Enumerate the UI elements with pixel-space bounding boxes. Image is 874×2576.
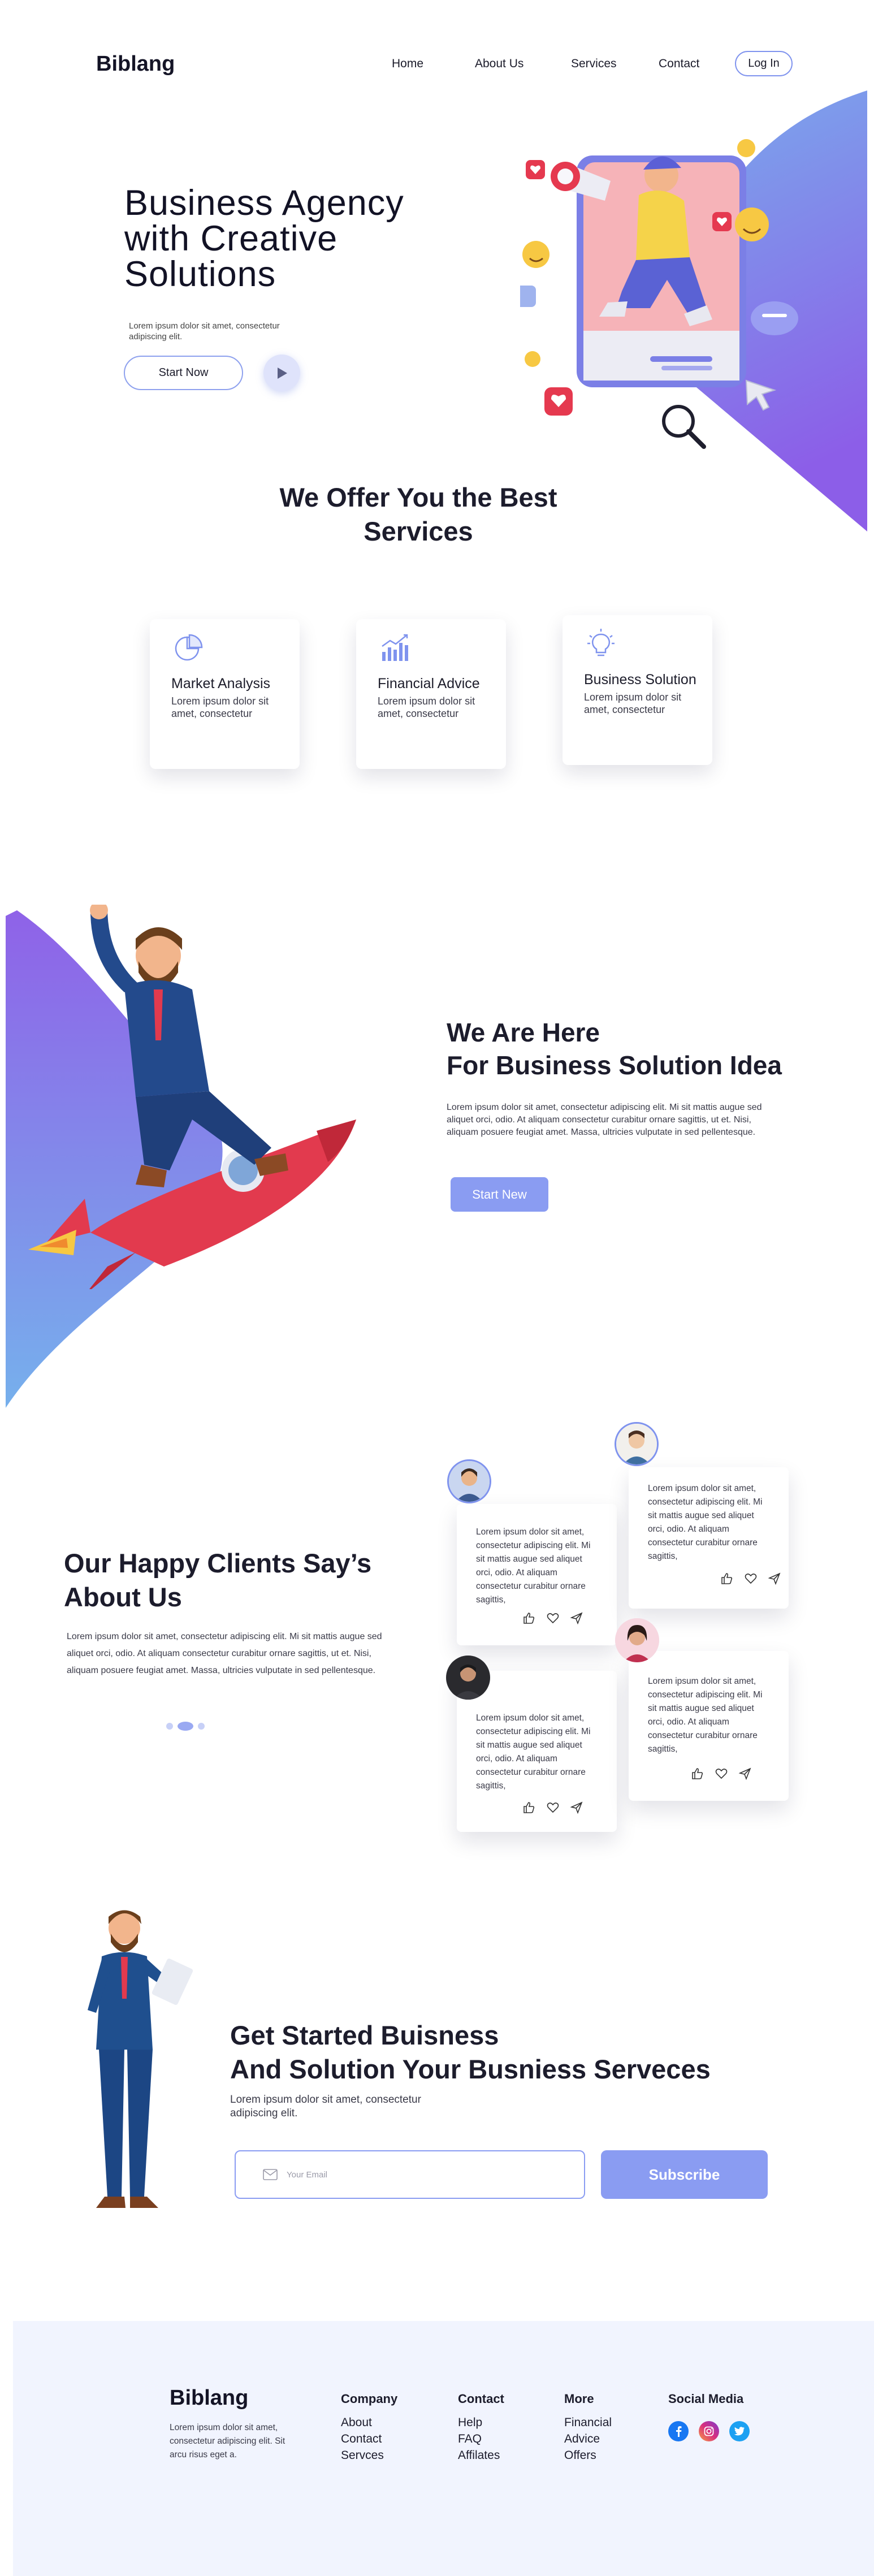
footer-text: Lorem ipsum dolor sit amet, consectetur … [170, 2423, 285, 2460]
testimonial-text: Lorem ipsum dolor sit amet, consectetur … [648, 1676, 763, 1754]
footer-contact-links: Help FAQ Affilates [458, 2414, 500, 2463]
businessman-illustration [88, 1910, 193, 2208]
heart-icon[interactable] [744, 1572, 758, 1585]
bar-chart-icon [382, 634, 408, 661]
hero-illustration [520, 139, 798, 449]
play-button[interactable] [263, 355, 300, 391]
avatar [447, 1459, 491, 1503]
thumbs-up-icon[interactable] [691, 1767, 704, 1780]
service-card-business-solution[interactable]: Business Solution Lorem ipsum dolor sit … [563, 615, 712, 765]
subscribe-text: Lorem ipsum dolor sit amet, consectetur … [230, 2094, 421, 2119]
email-field[interactable]: Your Email [235, 2150, 585, 2199]
footer-more-links: Financial Advice Offers [564, 2414, 612, 2463]
testimonial-text: Lorem ipsum dolor sit amet, consectetur … [476, 1713, 591, 1791]
twitter-icon[interactable] [729, 2421, 750, 2441]
footer-link-contact[interactable]: Contact [341, 2431, 384, 2447]
mail-icon [263, 2169, 278, 2180]
lightbulb-icon [587, 629, 615, 656]
footer-link-financial[interactable]: Financial [564, 2414, 612, 2431]
card-title: Market Analysis [171, 676, 271, 691]
footer-link-offers[interactable]: Offers [564, 2447, 612, 2463]
send-icon[interactable] [570, 1801, 583, 1814]
footer-link-affiliates[interactable]: Affilates [458, 2447, 500, 2463]
footer-company-links: About Contact Servces [341, 2414, 384, 2463]
testimonials-title-line1: Our Happy Clients Say’s [64, 1548, 372, 1578]
subscribe-button[interactable]: Subscribe [601, 2150, 768, 2199]
about-text: Lorem ipsum dolor sit amet, consectetur … [447, 1103, 762, 1137]
subscribe-title: Get Started Buisness And Solution Your B… [230, 2019, 784, 2086]
card-text: Lorem ipsum dolor sit amet, consectetur [584, 691, 682, 715]
footer [13, 2321, 874, 2576]
subscribe-title-line2: And Solution Your Busniess Serveces [230, 2054, 711, 2084]
service-card-financial-advice[interactable]: Financial Advice Lorem ipsum dolor sit a… [356, 619, 506, 769]
footer-heading-company: Company [341, 2392, 398, 2406]
testimonial-card: Lorem ipsum dolor sit amet, consectetur … [629, 1467, 789, 1609]
footer-heading-social: Social Media [668, 2392, 744, 2406]
footer-link-faq[interactable]: FAQ [458, 2431, 500, 2447]
send-icon[interactable] [738, 1767, 752, 1780]
testimonial-card: Lorem ipsum dolor sit amet, consectetur … [457, 1504, 617, 1645]
avatar [446, 1656, 490, 1700]
nav-services[interactable]: Services [571, 57, 617, 71]
heart-icon[interactable] [715, 1767, 728, 1780]
footer-heading-more: More [564, 2392, 594, 2406]
footer-link-advice[interactable]: Advice [564, 2431, 612, 2447]
card-title: Financial Advice [378, 676, 480, 691]
instagram-icon[interactable] [699, 2421, 719, 2441]
card-title: Business Solution [584, 672, 696, 688]
carousel-dot[interactable] [198, 1723, 205, 1730]
avatar [615, 1618, 659, 1662]
testimonial-card: Lorem ipsum dolor sit amet, consectetur … [629, 1651, 789, 1801]
logo[interactable]: Biblang [96, 52, 175, 76]
card-text: Lorem ipsum dolor sit amet, consectetur [171, 695, 269, 719]
testimonials-title-line2: About Us [64, 1582, 182, 1612]
footer-link-services[interactable]: Servces [341, 2447, 384, 2463]
carousel-dots[interactable] [164, 1721, 209, 1732]
thumbs-up-icon[interactable] [522, 1801, 536, 1814]
nav-contact[interactable]: Contact [659, 57, 699, 71]
services-title: We Offer You the Best Services [279, 482, 557, 546]
footer-link-about[interactable]: About [341, 2414, 384, 2431]
nav-home[interactable]: Home [392, 57, 423, 71]
thumbs-up-icon[interactable] [522, 1611, 536, 1625]
hero-subtitle: Lorem ipsum dolor sit amet, consectetur … [129, 321, 280, 342]
about-title-line2: For Business Solution Idea [447, 1051, 782, 1080]
hero-title: Business Agency with Creative Solutions [124, 183, 404, 294]
carousel-dot-active[interactable] [178, 1722, 193, 1731]
service-card-market-analysis[interactable]: Market Analysis Lorem ipsum dolor sit am… [150, 619, 300, 769]
send-icon[interactable] [570, 1611, 583, 1625]
rocket-illustration [28, 905, 356, 1289]
avatar [615, 1422, 659, 1466]
testimonials-text: Lorem ipsum dolor sit amet, consectetur … [67, 1632, 382, 1675]
testimonial-text: Lorem ipsum dolor sit amet, consectetur … [476, 1527, 591, 1605]
testimonials-title: Our Happy Clients Say’s About Us [64, 1546, 414, 1614]
subscribe-title-line1: Get Started Buisness [230, 2020, 499, 2050]
about-title-line1: We Are Here [447, 1018, 600, 1047]
start-new-button[interactable]: Start New [451, 1177, 548, 1212]
carousel-dot[interactable] [166, 1723, 173, 1730]
start-now-button[interactable]: Start Now [124, 356, 243, 390]
heart-icon[interactable] [546, 1611, 560, 1625]
footer-heading-contact: Contact [458, 2392, 504, 2406]
thumbs-up-icon[interactable] [720, 1572, 734, 1585]
play-icon [277, 367, 287, 379]
social-links [668, 2421, 750, 2441]
testimonial-text: Lorem ipsum dolor sit amet, consectetur … [648, 1484, 763, 1561]
footer-logo[interactable]: Biblang [170, 2386, 248, 2410]
facebook-icon[interactable] [668, 2421, 689, 2441]
footer-link-help[interactable]: Help [458, 2414, 500, 2431]
pie-chart-icon [175, 634, 203, 661]
login-button[interactable]: Log In [735, 51, 793, 76]
email-placeholder: Your Email [287, 2169, 327, 2180]
card-text: Lorem ipsum dolor sit amet, consectetur [378, 695, 475, 719]
send-icon[interactable] [768, 1572, 781, 1585]
heart-icon[interactable] [546, 1801, 560, 1814]
nav-about-us[interactable]: About Us [475, 57, 523, 71]
about-title: We Are Here For Business Solution Idea [447, 1016, 854, 1082]
